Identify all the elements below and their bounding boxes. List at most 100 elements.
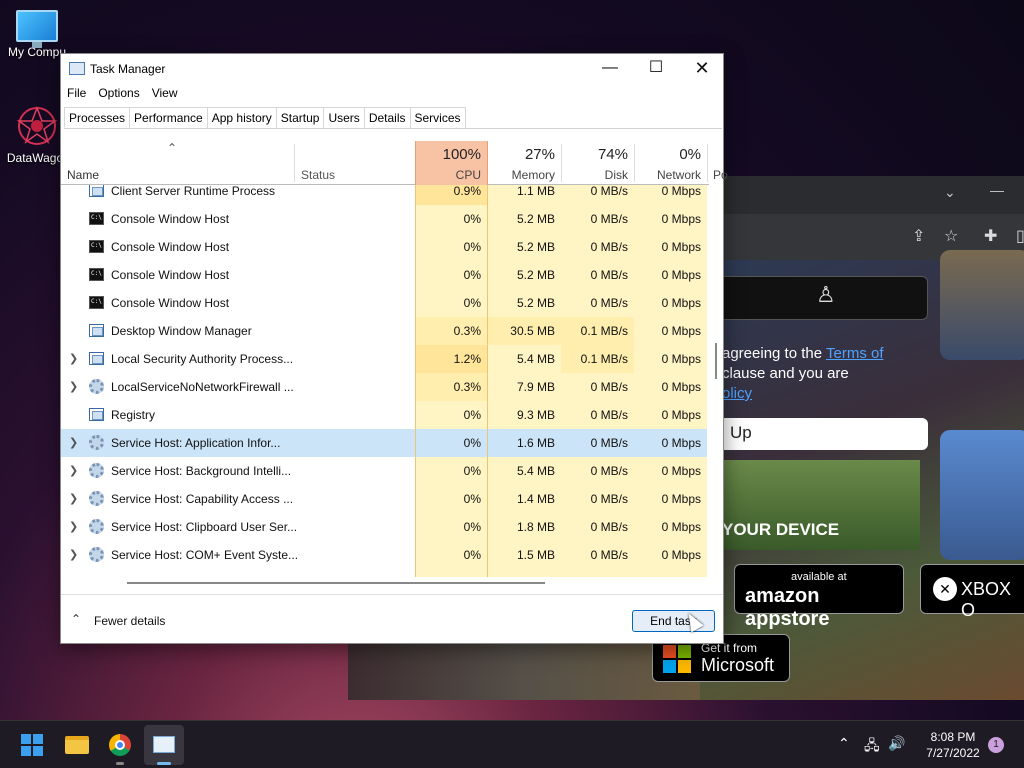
tab-app-history[interactable]: App history xyxy=(206,107,277,128)
table-row[interactable]: Client Server Runtime Process 0.9% 1.1 M… xyxy=(61,185,709,205)
chrome-button[interactable] xyxy=(100,725,140,765)
name-cell: Service Host: Clipboard User Ser... xyxy=(61,513,415,541)
tab-processes[interactable]: Processes xyxy=(64,107,131,128)
privacy-link[interactable]: olicy xyxy=(722,385,752,402)
username-field[interactable] xyxy=(700,276,928,320)
star-icon[interactable]: ☆ xyxy=(944,226,958,246)
name-cell: Service Host: Application Infor... xyxy=(61,429,415,457)
browser-titlebar[interactable]: ⌄ — xyxy=(700,176,1024,214)
table-row[interactable]: ❯ Service Host: Clipboard User Ser... 0%… xyxy=(61,513,709,541)
xbox-icon: ✕ xyxy=(933,577,957,601)
folder-icon xyxy=(65,736,89,754)
desktop-icon-my-computer[interactable]: My Compu xyxy=(2,10,72,59)
table-row[interactable]: Desktop Window Manager 0.3% 30.5 MB 0.1 … xyxy=(61,317,709,345)
process-name: Desktop Window Manager xyxy=(111,324,252,338)
network-cell: 0 Mbps xyxy=(634,289,707,317)
column-divider[interactable] xyxy=(294,144,295,182)
expand-chevron-icon[interactable]: ❯ xyxy=(69,436,78,449)
column-header-network[interactable]: 0% Network xyxy=(634,141,707,185)
task-manager-icon xyxy=(69,62,85,75)
terms-link[interactable]: Terms of xyxy=(826,345,884,362)
table-row[interactable]: ❯ Service Host: Capability Access ... 0%… xyxy=(61,485,709,513)
disk-cell xyxy=(561,569,634,577)
table-row[interactable]: ❯ LocalServiceNoNetworkFirewall ... 0.3%… xyxy=(61,373,709,401)
cpu-cell: 1.2% xyxy=(415,345,488,373)
disk-cell: 0 MB/s xyxy=(561,233,634,261)
share-icon[interactable]: ⇪ xyxy=(912,226,925,246)
badge-big-text: XBOX O xyxy=(961,579,1012,620)
cpu-cell xyxy=(415,569,488,577)
xbox-badge[interactable]: ✕ XBOX O xyxy=(920,564,1024,620)
clock[interactable]: 8:08 PM 7/27/2022 xyxy=(920,729,986,761)
amazon-appstore-badge[interactable]: available at amazon appstore xyxy=(734,564,904,630)
table-row[interactable]: ❯ Local Security Authority Process... 1.… xyxy=(61,345,709,373)
badge-big-text: amazon appstore xyxy=(745,585,830,630)
tab-users[interactable]: Users xyxy=(323,107,365,128)
table-row[interactable]: Console Window Host 0% 5.2 MB 0 MB/s 0 M… xyxy=(61,261,709,289)
column-header-cpu[interactable]: 100% CPU xyxy=(415,141,488,185)
scrollbar-thumb[interactable] xyxy=(127,582,545,584)
vertical-scrollbar[interactable] xyxy=(711,185,721,577)
tab-details[interactable]: Details xyxy=(363,107,411,128)
sidebar-icon[interactable]: ▯ xyxy=(1016,226,1024,246)
column-header-power-partial[interactable]: Po xyxy=(713,168,728,182)
maximize-button[interactable]: ☐ xyxy=(633,56,679,80)
network-cell: 0 Mbps xyxy=(634,185,707,205)
cpu-cell: 0% xyxy=(415,429,488,457)
network-cell: 0 Mbps xyxy=(634,401,707,429)
cpu-cell: 0% xyxy=(415,401,488,429)
active-indicator xyxy=(157,762,171,765)
cpu-cell: 0% xyxy=(415,289,488,317)
table-row[interactable]: Registry 0% 9.3 MB 0 MB/s 0 Mbps xyxy=(61,401,709,429)
column-header-status[interactable]: Status xyxy=(301,168,335,182)
end-task-button[interactable]: End task xyxy=(632,610,715,632)
chevron-down-icon[interactable]: ⌄ xyxy=(944,184,956,201)
table-row[interactable]: Console Window Host 0% 5.2 MB 0 MB/s 0 M… xyxy=(61,233,709,261)
window-title: Task Manager xyxy=(90,62,166,76)
windows-logo-icon xyxy=(21,734,43,756)
device-heading: YOUR DEVICE xyxy=(722,520,840,539)
volume-icon[interactable]: 🔊 xyxy=(888,735,905,752)
menu-file[interactable]: File xyxy=(61,84,92,102)
memory-cell: 5.4 MB xyxy=(488,345,561,373)
table-row[interactable]: Console Window Host 0% 5.2 MB 0 MB/s 0 M… xyxy=(61,205,709,233)
table-row[interactable]: ❯ Service Host: Background Intelli... 0%… xyxy=(61,457,709,485)
close-button[interactable]: ✕ xyxy=(679,56,725,80)
menu-view[interactable]: View xyxy=(146,84,184,102)
table-row-selected[interactable]: Service Host: Application Infor... ❯ 0% … xyxy=(61,429,709,457)
column-header-name[interactable]: Name xyxy=(67,168,99,182)
task-manager-taskbar-button[interactable] xyxy=(144,725,184,765)
table-row[interactable] xyxy=(61,569,709,577)
chevron-up-icon[interactable]: ⌃ xyxy=(838,735,850,752)
file-explorer-button[interactable] xyxy=(57,725,97,765)
name-cell: Registry xyxy=(61,401,415,429)
start-button[interactable] xyxy=(12,725,52,765)
disk-cell: 0 MB/s xyxy=(561,401,634,429)
background-browser-window[interactable]: ⌄ — ⇪ ☆ ✚ ▯ ♙ agreeing to the Terms of c… xyxy=(700,176,1024,700)
extensions-icon[interactable]: ✚ xyxy=(984,226,997,246)
tab-performance[interactable]: Performance xyxy=(129,107,208,128)
sign-up-button[interactable]: Up xyxy=(700,418,928,450)
table-row[interactable]: ❯ Service Host: COM+ Event Syste... 0% 1… xyxy=(61,541,709,569)
menu-options[interactable]: Options xyxy=(92,84,145,102)
horizontal-scrollbar[interactable] xyxy=(61,577,709,587)
table-row[interactable]: Console Window Host 0% 5.2 MB 0 MB/s 0 M… xyxy=(61,289,709,317)
column-header-memory[interactable]: 27% Memory xyxy=(488,141,561,185)
tab-startup[interactable]: Startup xyxy=(275,107,325,128)
minimize-icon[interactable]: — xyxy=(990,182,1004,198)
fewer-details-link[interactable]: Fewer details xyxy=(94,614,165,628)
disk-cell: 0 MB/s xyxy=(561,513,634,541)
minimize-button[interactable]: — xyxy=(587,56,633,80)
window-icon xyxy=(89,185,104,197)
scrollbar-thumb[interactable] xyxy=(715,343,717,379)
column-header-disk[interactable]: 74% Disk xyxy=(561,141,634,185)
name-cell: Console Window Host xyxy=(61,261,415,289)
notification-badge[interactable]: 1 xyxy=(988,737,1004,753)
task-manager-window[interactable]: Task Manager — ☐ ✕ File Options View Proce… xyxy=(60,53,728,644)
tab-services[interactable]: Services xyxy=(409,107,466,128)
chevron-up-icon[interactable]: ⌃ xyxy=(71,612,81,626)
network-cell: 0 Mbps xyxy=(634,457,707,485)
network-icon[interactable]: 🖧 xyxy=(864,735,880,759)
column-divider[interactable] xyxy=(707,144,708,182)
window-titlebar[interactable]: Task Manager — ☐ ✕ xyxy=(61,54,723,82)
